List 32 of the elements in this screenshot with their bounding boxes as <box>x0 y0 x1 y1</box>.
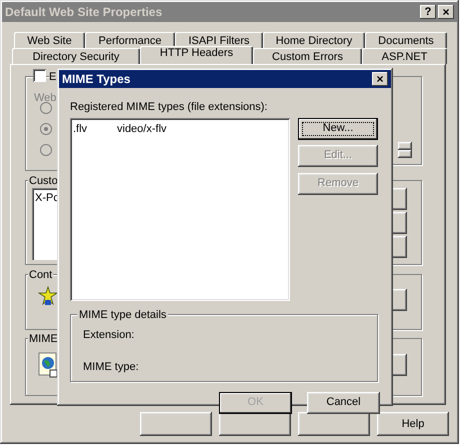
tab[interactable]: Performance <box>85 32 175 48</box>
window-title: Default Web Site Properties <box>5 4 164 21</box>
help-button[interactable]: ? <box>420 5 436 19</box>
spin-buttons[interactable] <box>398 142 412 158</box>
dialog-button[interactable] <box>219 412 291 436</box>
dialog-button[interactable] <box>298 412 370 436</box>
tab[interactable]: Documents <box>365 32 447 48</box>
group-box <box>390 274 422 330</box>
field-label: Extension: <box>83 328 136 342</box>
tab[interactable]: Directory Security <box>12 48 140 64</box>
close-button[interactable]: × <box>438 5 454 19</box>
dialog-button[interactable]: New... <box>298 118 378 140</box>
list-cell-text: .flv <box>73 122 88 136</box>
tab[interactable]: ASP.NET <box>362 48 447 64</box>
tab[interactable]: Web Site <box>14 32 85 48</box>
dialog-button[interactable]: Cancel <box>307 392 380 414</box>
list-cell-text: video/x-flv <box>117 122 167 136</box>
list-label: Registered MIME types (file extensions): <box>70 100 268 115</box>
field-label: MIME type: <box>83 360 140 375</box>
checkbox[interactable] <box>33 69 46 82</box>
tab[interactable]: HTTP Headers <box>140 46 253 65</box>
tab[interactable]: Custom Errors <box>253 48 362 64</box>
dialog-button[interactable]: Help <box>377 412 449 436</box>
ratings-icon <box>38 286 58 306</box>
mime-list[interactable]: .flv video/x-flv <box>70 118 290 300</box>
option-label: Web <box>34 91 56 106</box>
globe-page-icon <box>38 352 60 378</box>
close-button[interactable]: × <box>372 72 388 86</box>
tab[interactable]: Home Directory <box>263 32 365 48</box>
group-box <box>390 338 422 396</box>
dialog-button[interactable] <box>140 412 212 436</box>
dialog-title: MIME Types <box>62 71 132 88</box>
